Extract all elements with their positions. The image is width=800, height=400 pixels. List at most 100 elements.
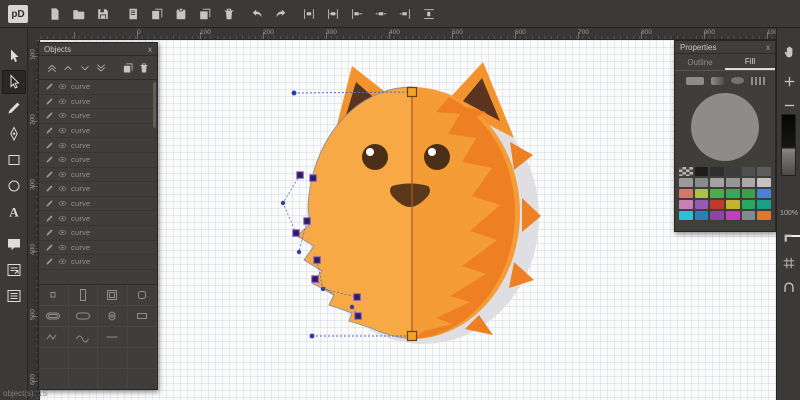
swatch[interactable]: [710, 178, 725, 187]
copy-button[interactable]: [148, 5, 166, 23]
shape-rect-tall[interactable]: [68, 285, 98, 306]
distribute-horizontal-button[interactable]: [372, 5, 390, 23]
swatch[interactable]: [757, 200, 772, 209]
objects-panel-header[interactable]: Objects x: [39, 43, 157, 56]
shape-square-rounded[interactable]: [127, 285, 157, 306]
move-down-button[interactable]: [78, 61, 92, 75]
object-list-item[interactable]: curve: [39, 80, 157, 95]
undo-button[interactable]: [248, 5, 266, 23]
object-list-item[interactable]: curve: [39, 197, 157, 212]
swatch[interactable]: [726, 211, 740, 220]
shape-curve-line[interactable]: [68, 327, 98, 348]
swatch[interactable]: [710, 189, 725, 198]
properties-panel-close-button[interactable]: x: [766, 43, 770, 52]
swatch[interactable]: [741, 200, 756, 209]
swatch[interactable]: [694, 167, 709, 176]
move-up-button[interactable]: [62, 61, 76, 75]
app-logo[interactable]: pD: [8, 5, 28, 23]
hand-button[interactable]: [780, 42, 798, 60]
swatch[interactable]: [726, 189, 740, 198]
properties-panel-header[interactable]: Properties x: [675, 41, 775, 54]
object-list-item[interactable]: curve: [39, 255, 157, 270]
new-page-button[interactable]: [124, 5, 142, 23]
swatch[interactable]: [710, 167, 725, 176]
swatch[interactable]: [741, 189, 756, 198]
tab-fill[interactable]: Fill: [725, 54, 775, 70]
duplicate-button[interactable]: [121, 61, 135, 75]
shape-rect-wide[interactable]: [127, 306, 157, 327]
shape-pill-double[interactable]: [39, 306, 69, 327]
color-wheel[interactable]: [691, 93, 759, 161]
swatch[interactable]: [679, 200, 693, 209]
swatch[interactable]: [694, 211, 709, 220]
tool-select[interactable]: [2, 44, 26, 68]
objects-list-scrollbar[interactable]: [153, 82, 156, 128]
swatch[interactable]: [710, 200, 725, 209]
object-list-item[interactable]: curve: [39, 168, 157, 183]
swatch[interactable]: [741, 211, 756, 220]
swatch[interactable]: [694, 200, 709, 209]
pattern-fill-icon[interactable]: [750, 76, 765, 85]
swatch[interactable]: [757, 178, 772, 187]
delete-button[interactable]: [138, 61, 152, 75]
align-right-button[interactable]: [348, 5, 366, 23]
tool-pen[interactable]: [2, 122, 26, 146]
zoom-in-button[interactable]: [780, 72, 798, 90]
tool-artboard-settings[interactable]: [2, 258, 26, 282]
tool-rectangle[interactable]: [2, 148, 26, 172]
swatch[interactable]: [726, 200, 740, 209]
align-center-horizontal-button[interactable]: [324, 5, 342, 23]
radial-fill-icon[interactable]: [730, 77, 744, 84]
open-folder-button[interactable]: [70, 5, 88, 23]
dog-left-face[interactable]: [296, 86, 413, 340]
swatch[interactable]: [726, 178, 740, 187]
swatch[interactable]: [679, 178, 693, 187]
shape-pill[interactable]: [68, 306, 98, 327]
delete-button[interactable]: [220, 5, 238, 23]
object-list-item[interactable]: curve: [39, 226, 157, 241]
swatch[interactable]: [726, 167, 740, 176]
save-button[interactable]: [94, 5, 112, 23]
tool-ellipse[interactable]: [2, 174, 26, 198]
paste-button[interactable]: [172, 5, 190, 23]
swatch[interactable]: [710, 211, 725, 220]
new-document-button[interactable]: [46, 5, 64, 23]
shape-zigzag-line[interactable]: [39, 327, 69, 348]
zoom-slider[interactable]: [781, 114, 800, 237]
object-list-item[interactable]: curve: [39, 95, 157, 110]
grid-button[interactable]: [780, 254, 798, 272]
swatch[interactable]: [694, 189, 709, 198]
object-list-item[interactable]: curve: [39, 211, 157, 226]
gradient-fill-icon[interactable]: [710, 76, 724, 85]
align-left-button[interactable]: [300, 5, 318, 23]
snap-button[interactable]: [780, 278, 798, 296]
swatch[interactable]: [741, 178, 756, 187]
solid-fill-icon[interactable]: [685, 76, 704, 85]
move-to-top-button[interactable]: [45, 61, 59, 75]
object-list-item[interactable]: curve: [39, 138, 157, 153]
tool-layer-list[interactable]: [2, 284, 26, 308]
swatch[interactable]: [757, 211, 772, 220]
tool-text[interactable]: A: [2, 200, 26, 224]
objects-panel-close-button[interactable]: x: [148, 45, 152, 54]
object-list-item[interactable]: curve: [39, 153, 157, 168]
shape-rect-large[interactable]: [98, 285, 128, 306]
swatch[interactable]: [679, 189, 693, 198]
shape-polygon[interactable]: [98, 306, 128, 327]
swatch[interactable]: [741, 167, 756, 176]
object-list-item[interactable]: curve: [39, 241, 157, 256]
object-list-item[interactable]: curve: [39, 124, 157, 139]
shape-straight-line[interactable]: [98, 327, 128, 348]
align-edge-button[interactable]: [396, 5, 414, 23]
swatch[interactable]: [757, 189, 772, 198]
corner-button[interactable]: [780, 230, 798, 248]
swatch[interactable]: [694, 178, 709, 187]
shape-square-small[interactable]: [39, 285, 69, 306]
distribute-vertical-button[interactable]: [420, 5, 438, 23]
tool-direct-select[interactable]: [2, 70, 26, 94]
tab-outline[interactable]: Outline: [675, 54, 725, 70]
tool-pencil[interactable]: [2, 96, 26, 120]
tool-comment[interactable]: [2, 232, 26, 256]
swatch[interactable]: [679, 211, 693, 220]
swatch[interactable]: [757, 167, 772, 176]
